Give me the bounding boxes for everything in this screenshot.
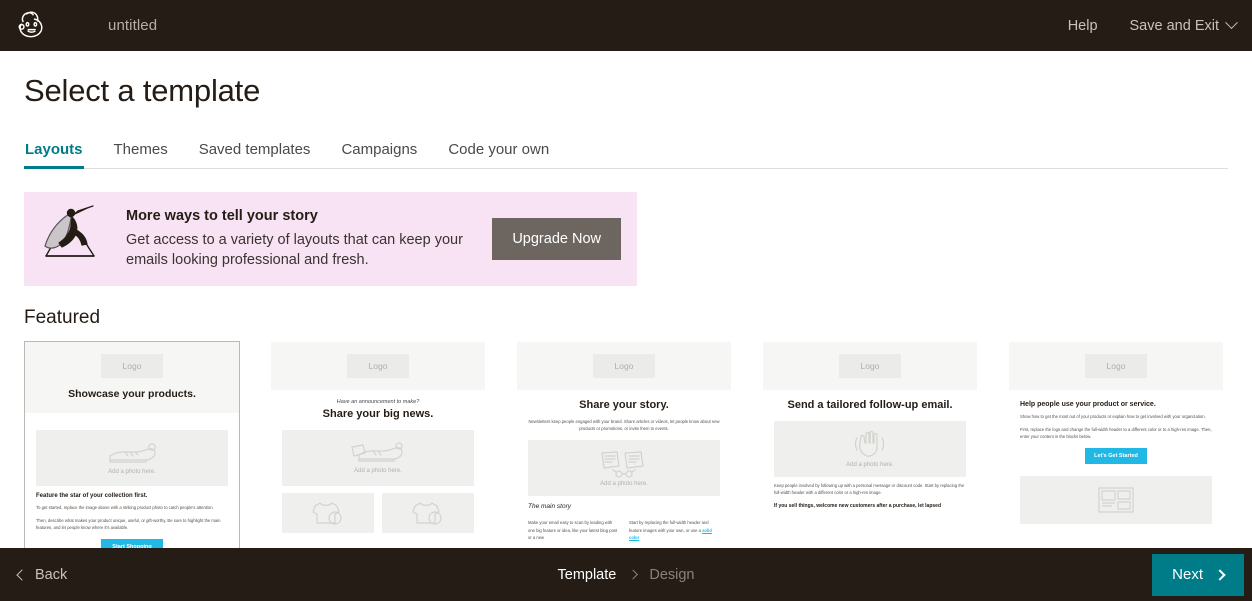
help-link[interactable]: Help bbox=[1068, 18, 1098, 34]
tshirt-with-50-percent-tag-illustration-icon bbox=[412, 502, 442, 525]
preview-body: Send a tailored follow-up email. Add a p… bbox=[763, 390, 977, 510]
photo-caption: Add a photo here. bbox=[108, 468, 156, 475]
layout-blocks-illustration-icon bbox=[1098, 487, 1134, 513]
preview-paragraph: If you sell things, welcome new customer… bbox=[774, 502, 941, 509]
template-preview: Logo Send a tailored follow-up email. Ad… bbox=[763, 342, 977, 580]
shoe-illustration-icon bbox=[109, 443, 156, 463]
newspaper-and-glasses-illustration-icon bbox=[601, 451, 644, 478]
template-card-showcase-your-products[interactable]: Logo Showcase your products. Add a photo… bbox=[24, 341, 240, 582]
preview-header: Logo bbox=[763, 342, 977, 391]
shoe-with-discount-tag-illustration-icon bbox=[351, 442, 403, 463]
save-and-exit-label: Save and Exit bbox=[1129, 17, 1219, 34]
chevron-right-icon bbox=[1214, 568, 1226, 581]
template-card-grid: Logo Showcase your products. Add a photo… bbox=[24, 341, 1228, 582]
promo-text-block: More ways to tell your story Get access … bbox=[126, 208, 478, 271]
preview-title: Showcase your products. bbox=[68, 388, 196, 401]
tab-saved-templates[interactable]: Saved templates bbox=[198, 141, 312, 168]
preview-two-column-text: Make your email easy to scan by leading … bbox=[528, 514, 720, 541]
preview-column-right: Start by replacing the full-width header… bbox=[629, 519, 720, 541]
tab-campaigns[interactable]: Campaigns bbox=[340, 141, 418, 168]
preview-paragraph: First, replace the logo and change the f… bbox=[1020, 426, 1212, 439]
preview-paragraph: To get started, replace the image above … bbox=[36, 505, 214, 511]
mailchimp-freddie-logo-icon[interactable] bbox=[12, 6, 52, 46]
top-navigation-bar: untitled Help Save and Exit bbox=[0, 0, 1252, 51]
page-content: Select a template Layouts Themes Saved t… bbox=[0, 51, 1252, 582]
preview-header: Logo bbox=[517, 342, 731, 391]
waving-hand-illustration-icon bbox=[854, 431, 885, 458]
preview-paragraph: Keep people involved by following up wit… bbox=[774, 482, 965, 496]
save-and-exit-button[interactable]: Save and Exit bbox=[1129, 16, 1238, 34]
page-title: Select a template bbox=[24, 73, 261, 108]
promo-body: Get access to a variety of layouts that … bbox=[126, 231, 463, 269]
photo-placeholder: Add a photo here. bbox=[36, 430, 228, 487]
photo-placeholder bbox=[282, 492, 374, 533]
template-card-share-your-story[interactable]: Logo Share your story. Newsletters keep … bbox=[516, 341, 732, 582]
preview-kicker: Have an announcement to make? bbox=[336, 399, 420, 406]
preview-header: Logo bbox=[1009, 342, 1223, 391]
chevron-down-icon bbox=[1225, 16, 1238, 30]
preview-title: Share your story. bbox=[579, 399, 669, 412]
logo-placeholder: Logo bbox=[1085, 354, 1147, 379]
chevron-left-icon bbox=[16, 568, 28, 581]
template-card-share-your-big-news[interactable]: Logo Have an announcement to make? Share… bbox=[270, 341, 486, 582]
photo-placeholder: Add a photo here. bbox=[282, 429, 474, 486]
campaign-title[interactable]: untitled bbox=[108, 17, 157, 34]
logo-placeholder: Logo bbox=[593, 354, 655, 379]
preview-body: Share your story. Newsletters keep peopl… bbox=[517, 390, 731, 541]
preview-photo-row bbox=[282, 492, 474, 533]
photo-placeholder: Add a photo here. bbox=[528, 440, 720, 497]
photo-placeholder: Add a photo here. bbox=[774, 420, 966, 477]
preview-paragraph: Show how to get the most out of your pro… bbox=[1020, 414, 1206, 420]
photo-caption: Add a photo here. bbox=[600, 480, 648, 487]
next-label: Next bbox=[1172, 566, 1203, 583]
preview-column-left: Make your email easy to scan by leading … bbox=[528, 520, 618, 540]
photo-placeholder bbox=[382, 492, 474, 533]
breadcrumb: Template Design bbox=[558, 567, 695, 583]
top-bar-actions: Help Save and Exit bbox=[1068, 16, 1238, 34]
template-preview: Logo Help people use your product or ser… bbox=[1009, 342, 1223, 580]
preview-section-heading: The main story bbox=[528, 503, 571, 511]
tab-themes[interactable]: Themes bbox=[113, 141, 169, 168]
template-category-tabs: Layouts Themes Saved templates Campaigns… bbox=[24, 141, 1228, 170]
upgrade-now-button[interactable]: Upgrade Now bbox=[492, 218, 621, 261]
logo-placeholder: Logo bbox=[839, 354, 901, 379]
preview-title: Share your big news. bbox=[322, 408, 434, 421]
photo-caption: Add a photo here. bbox=[354, 468, 402, 475]
preview-title: Help people use your product or service. bbox=[1020, 401, 1156, 409]
next-button[interactable]: Next bbox=[1152, 553, 1244, 596]
preview-header: Logo Showcase your products. bbox=[25, 342, 239, 414]
template-card-help-people-use-your-product-or-service[interactable]: Logo Help people use your product or ser… bbox=[1008, 341, 1224, 582]
superhero-on-mountain-illustration-icon bbox=[38, 204, 106, 274]
preview-subtitle: Newsletters keep people engaged with you… bbox=[528, 418, 720, 432]
upgrade-promo-banner: More ways to tell your story Get access … bbox=[24, 192, 637, 287]
template-preview: Logo Have an announcement to make? Share… bbox=[271, 342, 485, 580]
back-label: Back bbox=[35, 566, 68, 583]
template-preview: Logo Showcase your products. Add a photo… bbox=[25, 342, 239, 580]
breadcrumb-template[interactable]: Template bbox=[558, 567, 617, 583]
promo-heading: More ways to tell your story bbox=[126, 207, 318, 224]
preview-section-heading: Feature the star of your collection firs… bbox=[36, 493, 148, 500]
tab-layouts[interactable]: Layouts bbox=[24, 141, 84, 170]
breadcrumb-design: Design bbox=[649, 566, 695, 583]
logo-placeholder: Logo bbox=[347, 354, 409, 379]
template-preview: Logo Share your story. Newsletters keep … bbox=[517, 342, 731, 580]
preview-title: Send a tailored follow-up email. bbox=[787, 399, 953, 412]
tshirt-with-50-percent-tag-illustration-icon bbox=[312, 502, 342, 525]
preview-header: Logo bbox=[271, 342, 485, 391]
preview-body: Have an announcement to make? Share your… bbox=[271, 390, 485, 533]
preview-body: Add a photo here. Feature the star of yo… bbox=[25, 413, 239, 556]
preview-column-right-text: Start by replacing the full-width header… bbox=[629, 520, 709, 533]
preview-paragraph: Then, describe what makes your product u… bbox=[36, 517, 221, 530]
tab-code-your-own[interactable]: Code your own bbox=[447, 141, 550, 168]
preview-cta-button: Let's Get Started bbox=[1085, 448, 1147, 465]
photo-placeholder bbox=[1020, 476, 1212, 525]
back-button[interactable]: Back bbox=[16, 566, 68, 583]
photo-caption: Add a photo here. bbox=[846, 462, 894, 469]
bottom-navigation-bar: Back Template Design Next bbox=[0, 548, 1252, 601]
template-card-send-a-tailored-follow-up-email[interactable]: Logo Send a tailored follow-up email. Ad… bbox=[762, 341, 978, 582]
preview-body: Help people use your product or service.… bbox=[1009, 390, 1223, 525]
chevron-right-icon bbox=[627, 569, 638, 580]
featured-section-heading: Featured bbox=[24, 307, 101, 329]
logo-placeholder: Logo bbox=[101, 354, 163, 379]
